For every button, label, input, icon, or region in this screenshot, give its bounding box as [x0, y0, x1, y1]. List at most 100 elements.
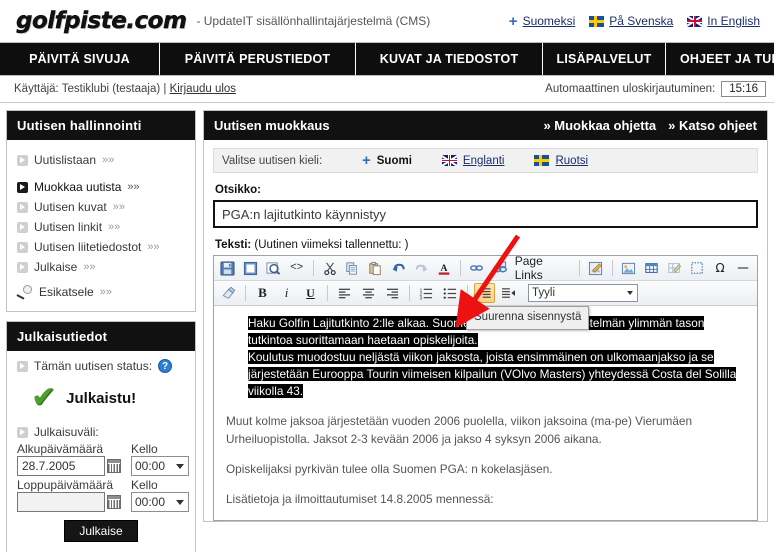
edit-help-link[interactable]: » Muokkaa ohjetta [543, 118, 656, 133]
cut-icon[interactable] [320, 258, 340, 278]
calendar-icon[interactable] [107, 495, 121, 509]
lang-link-pa-svenska[interactable]: På Svenska [589, 14, 673, 28]
start-time-select[interactable]: 00:00 [131, 456, 189, 476]
lang-link-suomeksi[interactable]: + Suomeksi [509, 14, 575, 29]
panel-news-management: Uutisen hallinnointi Uutislistaan »» Muo… [6, 110, 196, 312]
chevron-icon: »» [83, 261, 96, 273]
start-date-input[interactable] [17, 456, 105, 476]
lang-link-label[interactable]: På Svenska [609, 14, 673, 28]
edit-image-icon[interactable] [586, 258, 606, 278]
page-title: Uutisen muokkaus [214, 118, 330, 133]
align-left-icon[interactable] [334, 283, 355, 303]
italic-button[interactable]: i [276, 283, 297, 303]
chevron-down-icon [627, 291, 633, 295]
increase-indent-button[interactable] [474, 283, 495, 303]
sidebar-item-esikatsele[interactable]: Esikatsele »» [16, 285, 185, 300]
paste-icon[interactable] [365, 258, 385, 278]
checkmark-icon: ✔ [31, 380, 57, 415]
publish-button[interactable]: Julkaise [64, 520, 138, 542]
underline-button[interactable]: U [300, 283, 321, 303]
numbered-list-icon[interactable]: 123 [416, 283, 437, 303]
underline-glyph: U [306, 285, 315, 300]
status-row: Tämän uutisen status: ? [17, 359, 185, 373]
panel-body: Tämän uutisen status: ? ✔ Julkaistu! Jul… [7, 351, 195, 552]
decrease-indent-button[interactable] [498, 283, 519, 303]
save-icon[interactable] [218, 258, 238, 278]
toolbar-separator [327, 285, 328, 301]
sidebar-item-uutisen-kuvat[interactable]: Uutisen kuvat »» [17, 197, 185, 217]
text-label-main: Teksti: [215, 239, 252, 251]
arrow-right-icon [17, 221, 28, 233]
copy-icon[interactable] [342, 258, 362, 278]
table-icon[interactable] [641, 258, 661, 278]
nav-lisapalvelut[interactable]: LISÄPALVELUT [543, 43, 666, 75]
main-panel-header: Uutisen muokkaus » Muokkaa ohjetta » Kat… [204, 111, 767, 140]
selected-line: järjestetään Eurooppa Tourin viimeisen k… [248, 367, 737, 382]
status-text: Julkaistu! [66, 389, 137, 407]
lang-option-label[interactable]: Ruotsi [555, 155, 588, 167]
source-icon[interactable]: <> [287, 258, 307, 278]
sidebar-item-muokkaa-uutista[interactable]: Muokkaa uutista »» [17, 177, 185, 197]
lang-link-label[interactable]: In English [707, 14, 760, 28]
editor-content[interactable]: Haku Golfin Lajitutkinto 2:lle alkaa. Su… [214, 306, 757, 520]
sidebar-item-julkaise[interactable]: Julkaise »» [17, 257, 185, 277]
arrow-right-icon [17, 360, 28, 372]
preview-icon[interactable] [264, 258, 284, 278]
omega-glyph: Ω [715, 261, 725, 275]
sidebar-item-uutislistaan[interactable]: Uutislistaan »» [17, 150, 185, 170]
lang-link-in-english[interactable]: In English [687, 14, 760, 28]
title-field-label: Otsikko: [215, 184, 262, 196]
sidebar-item-uutisen-linkit[interactable]: Uutisen linkit »» [17, 217, 185, 237]
lang-option-ruotsi[interactable]: Ruotsi [534, 155, 588, 167]
lang-link-label[interactable]: Suomeksi [523, 14, 576, 28]
nav-kuvat-ja-tiedostot[interactable]: KUVAT JA TIEDOSTOT [356, 43, 543, 75]
link-icon[interactable] [490, 258, 510, 278]
page-links-button[interactable]: Page Links [513, 254, 573, 282]
nav-ohjeet-ja-tuki[interactable]: OHJEET JA TUKI [666, 43, 774, 75]
flag-gb-icon [441, 155, 457, 166]
insert-image-icon[interactable] [619, 258, 639, 278]
style-select-value: Tyyli [532, 287, 555, 299]
user-label: Käyttäjä: Testiklubi (testaaja) | [14, 83, 167, 95]
nav-paivita-sivuja[interactable]: PÄIVITÄ SIVUJA [0, 43, 160, 75]
align-center-icon[interactable] [358, 283, 379, 303]
horizontal-rule-icon[interactable] [733, 258, 753, 278]
remove-format-icon[interactable] [218, 283, 239, 303]
end-date-label: Loppupäivämäärä [17, 478, 114, 492]
chevron-down-icon [176, 464, 184, 469]
bulleted-list-icon[interactable] [440, 283, 461, 303]
panel-title: Uutisen hallinnointi [7, 111, 195, 140]
chevron-icon: »» [112, 201, 125, 213]
help-icon[interactable]: ? [158, 359, 173, 373]
style-select[interactable]: Tyyli [528, 284, 638, 302]
start-time-group: Kello 00:00 [131, 442, 189, 476]
sidebar-item-label: Esikatsele [39, 285, 94, 299]
nav-paivita-perustiedot[interactable]: PÄIVITÄ PERUSTIEDOT [160, 43, 356, 75]
toolbar-separator [312, 260, 314, 276]
lang-option-label[interactable]: Englanti [463, 155, 505, 167]
sidebar-item-label: Uutisen linkit [34, 220, 103, 234]
show-blocks-icon[interactable] [687, 258, 707, 278]
logout-link[interactable]: Kirjaudu ulos [170, 83, 236, 95]
table-props-icon[interactable] [664, 258, 684, 278]
title-input[interactable] [213, 200, 758, 228]
special-char-icon[interactable]: Ω [710, 258, 730, 278]
undo-icon[interactable] [388, 258, 408, 278]
bold-button[interactable]: B [252, 283, 273, 303]
new-page-icon[interactable] [241, 258, 261, 278]
lang-option-englanti[interactable]: Englanti [441, 155, 505, 167]
chevron-icon: »» [102, 154, 115, 166]
flag-se-icon [534, 155, 550, 166]
panel-title: Julkaisutiedot [7, 322, 195, 351]
end-date-input[interactable] [17, 492, 105, 512]
view-help-link[interactable]: » Katso ohjeet [668, 118, 757, 133]
redo-icon[interactable] [411, 258, 431, 278]
align-right-icon[interactable] [382, 283, 403, 303]
text-label-note: (Uutinen viimeksi tallennettu: ) [254, 239, 409, 251]
text-color-icon[interactable]: A [434, 258, 454, 278]
calendar-icon[interactable] [107, 459, 121, 473]
unlink-icon[interactable] [467, 258, 487, 278]
end-time-select[interactable]: 00:00 [131, 492, 189, 512]
sidebar-item-uutisen-liitetiedostot[interactable]: Uutisen liitetiedostot »» [17, 237, 185, 257]
lang-option-suomi[interactable]: + Suomi [362, 153, 412, 168]
